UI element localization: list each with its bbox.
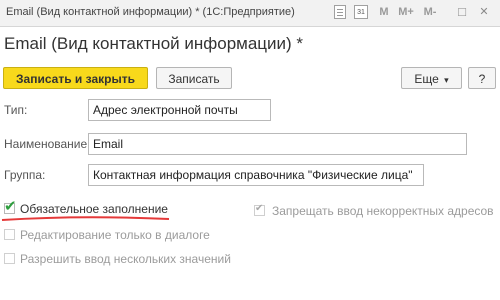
type-label: Тип: bbox=[4, 103, 28, 117]
forbid-incorrect-label: Запрещать ввод некорректных адресов bbox=[272, 204, 494, 218]
calendar-icon[interactable]: 31 bbox=[354, 5, 368, 19]
check-mark-icon: ✔ bbox=[4, 198, 17, 215]
window-title: Email (Вид контактной информации) * bbox=[6, 6, 200, 18]
more-label: Еще bbox=[414, 72, 439, 86]
group-field[interactable]: Контактная информация справочника "Физич… bbox=[88, 164, 424, 186]
memory-minus-button[interactable]: M- bbox=[420, 4, 440, 20]
allow-multiple-label: Разрешить ввод нескольких значений bbox=[20, 252, 231, 266]
forbid-incorrect-checkbox[interactable]: ✔ bbox=[254, 203, 265, 216]
required-checkbox[interactable]: ✔ bbox=[4, 198, 17, 215]
name-label: Наименование: bbox=[4, 137, 91, 151]
chevron-down-icon: ▾ bbox=[444, 75, 449, 85]
red-underline-annotation bbox=[1, 216, 170, 221]
app-name: (1С:Предприятие) bbox=[202, 6, 295, 18]
type-field[interactable]: Адрес электронной почты bbox=[88, 99, 271, 121]
memory-plus-button[interactable]: M+ bbox=[396, 4, 416, 20]
save-and-close-button[interactable]: Записать и закрыть bbox=[3, 67, 148, 89]
check-mark-icon: ✔ bbox=[255, 203, 264, 214]
group-label: Группа: bbox=[4, 168, 46, 182]
more-button[interactable]: Еще ▾ bbox=[401, 67, 462, 89]
dialog-only-checkbox[interactable] bbox=[4, 229, 15, 240]
window-titlebar: Email (Вид контактной информации) * (1С:… bbox=[0, 0, 500, 27]
save-button[interactable]: Записать bbox=[156, 67, 232, 89]
window-title-wrap: Email (Вид контактной информации) * (1С:… bbox=[6, 6, 295, 18]
close-window-icon[interactable]: ✕ bbox=[476, 4, 492, 20]
document-icon[interactable] bbox=[334, 5, 346, 19]
memory-m-button[interactable]: M bbox=[376, 4, 392, 20]
name-field[interactable]: Email bbox=[88, 133, 467, 155]
form-heading: Email (Вид контактной информации) * bbox=[4, 34, 304, 53]
allow-multiple-checkbox[interactable] bbox=[4, 253, 15, 264]
required-checkbox-label: Обязательное заполнение bbox=[20, 202, 168, 216]
dialog-only-label: Редактирование только в диалоге bbox=[20, 228, 210, 242]
help-button[interactable]: ? bbox=[468, 67, 496, 89]
restore-window-icon[interactable]: □ bbox=[454, 4, 470, 20]
